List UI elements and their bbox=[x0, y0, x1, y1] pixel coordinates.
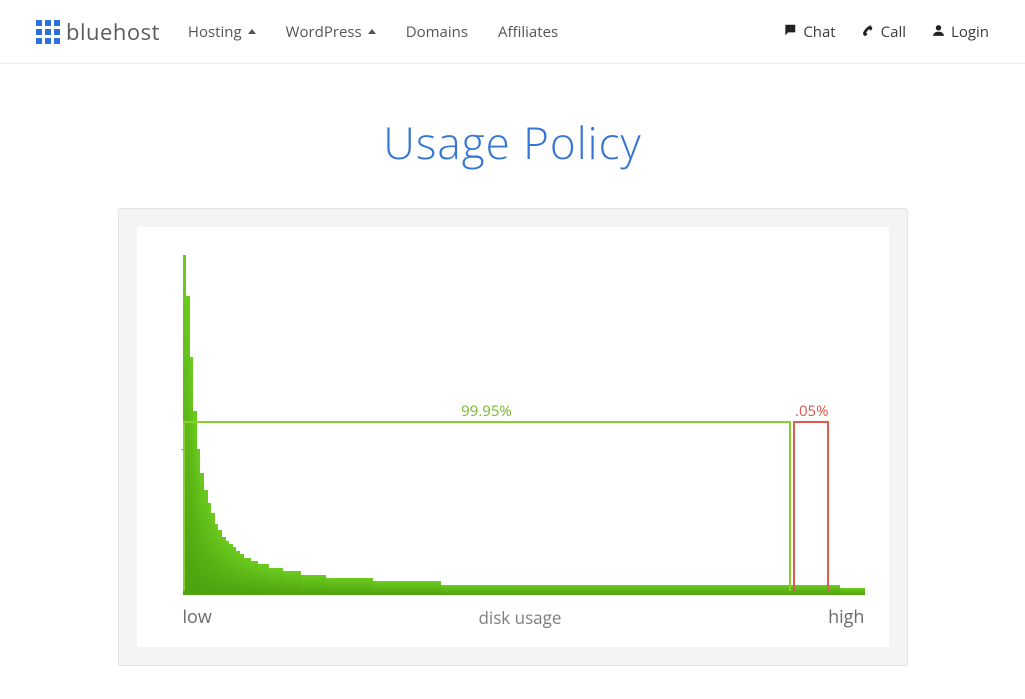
chart-bracket-majority-label: 99.95% bbox=[461, 401, 512, 421]
usage-chart: customers 99.95% .05% low disk usage hig… bbox=[137, 227, 889, 647]
page-title: Usage Policy bbox=[36, 112, 989, 172]
chat-button[interactable]: Chat bbox=[783, 22, 835, 42]
chart-bracket-tail: .05% bbox=[793, 421, 829, 591]
chart-bracket-majority: 99.95% bbox=[183, 421, 791, 591]
nav-domains[interactable]: Domains bbox=[406, 22, 468, 42]
usage-chart-card: customers 99.95% .05% low disk usage hig… bbox=[118, 208, 908, 666]
nav-affiliates[interactable]: Affiliates bbox=[498, 22, 558, 42]
nav-hosting-label: Hosting bbox=[188, 22, 242, 42]
nav-wordpress[interactable]: WordPress bbox=[286, 22, 376, 42]
login-button[interactable]: Login bbox=[932, 22, 989, 42]
primary-nav: Hosting WordPress Domains Affiliates bbox=[188, 22, 558, 42]
phone-icon bbox=[862, 22, 875, 42]
chart-x-tick-high: high bbox=[828, 605, 864, 629]
chat-icon bbox=[783, 22, 797, 42]
top-navbar: bluehost Hosting WordPress Domains Affil… bbox=[0, 0, 1025, 64]
call-button[interactable]: Call bbox=[862, 22, 906, 42]
caret-up-icon bbox=[368, 29, 376, 34]
user-icon bbox=[932, 22, 945, 42]
page-content: Usage Policy customers 99.95% .05% low d… bbox=[0, 64, 1025, 666]
chart-plot-area: 99.95% .05% bbox=[183, 255, 865, 595]
chart-x-axis-label: disk usage bbox=[479, 606, 562, 629]
chart-x-axis: low disk usage high bbox=[183, 605, 865, 629]
chart-bar bbox=[862, 588, 866, 595]
call-label: Call bbox=[881, 22, 906, 42]
brand-name: bluehost bbox=[66, 17, 160, 47]
brand-logo[interactable]: bluehost bbox=[36, 17, 160, 47]
login-label: Login bbox=[951, 22, 989, 42]
utility-nav: Chat Call Login bbox=[783, 22, 989, 42]
chart-bracket-tail-label: .05% bbox=[795, 401, 829, 421]
chart-x-tick-low: low bbox=[183, 605, 212, 629]
chat-label: Chat bbox=[803, 22, 835, 42]
nav-wordpress-label: WordPress bbox=[286, 22, 362, 42]
caret-up-icon bbox=[248, 29, 256, 34]
grid-icon bbox=[36, 20, 60, 44]
nav-hosting[interactable]: Hosting bbox=[188, 22, 256, 42]
